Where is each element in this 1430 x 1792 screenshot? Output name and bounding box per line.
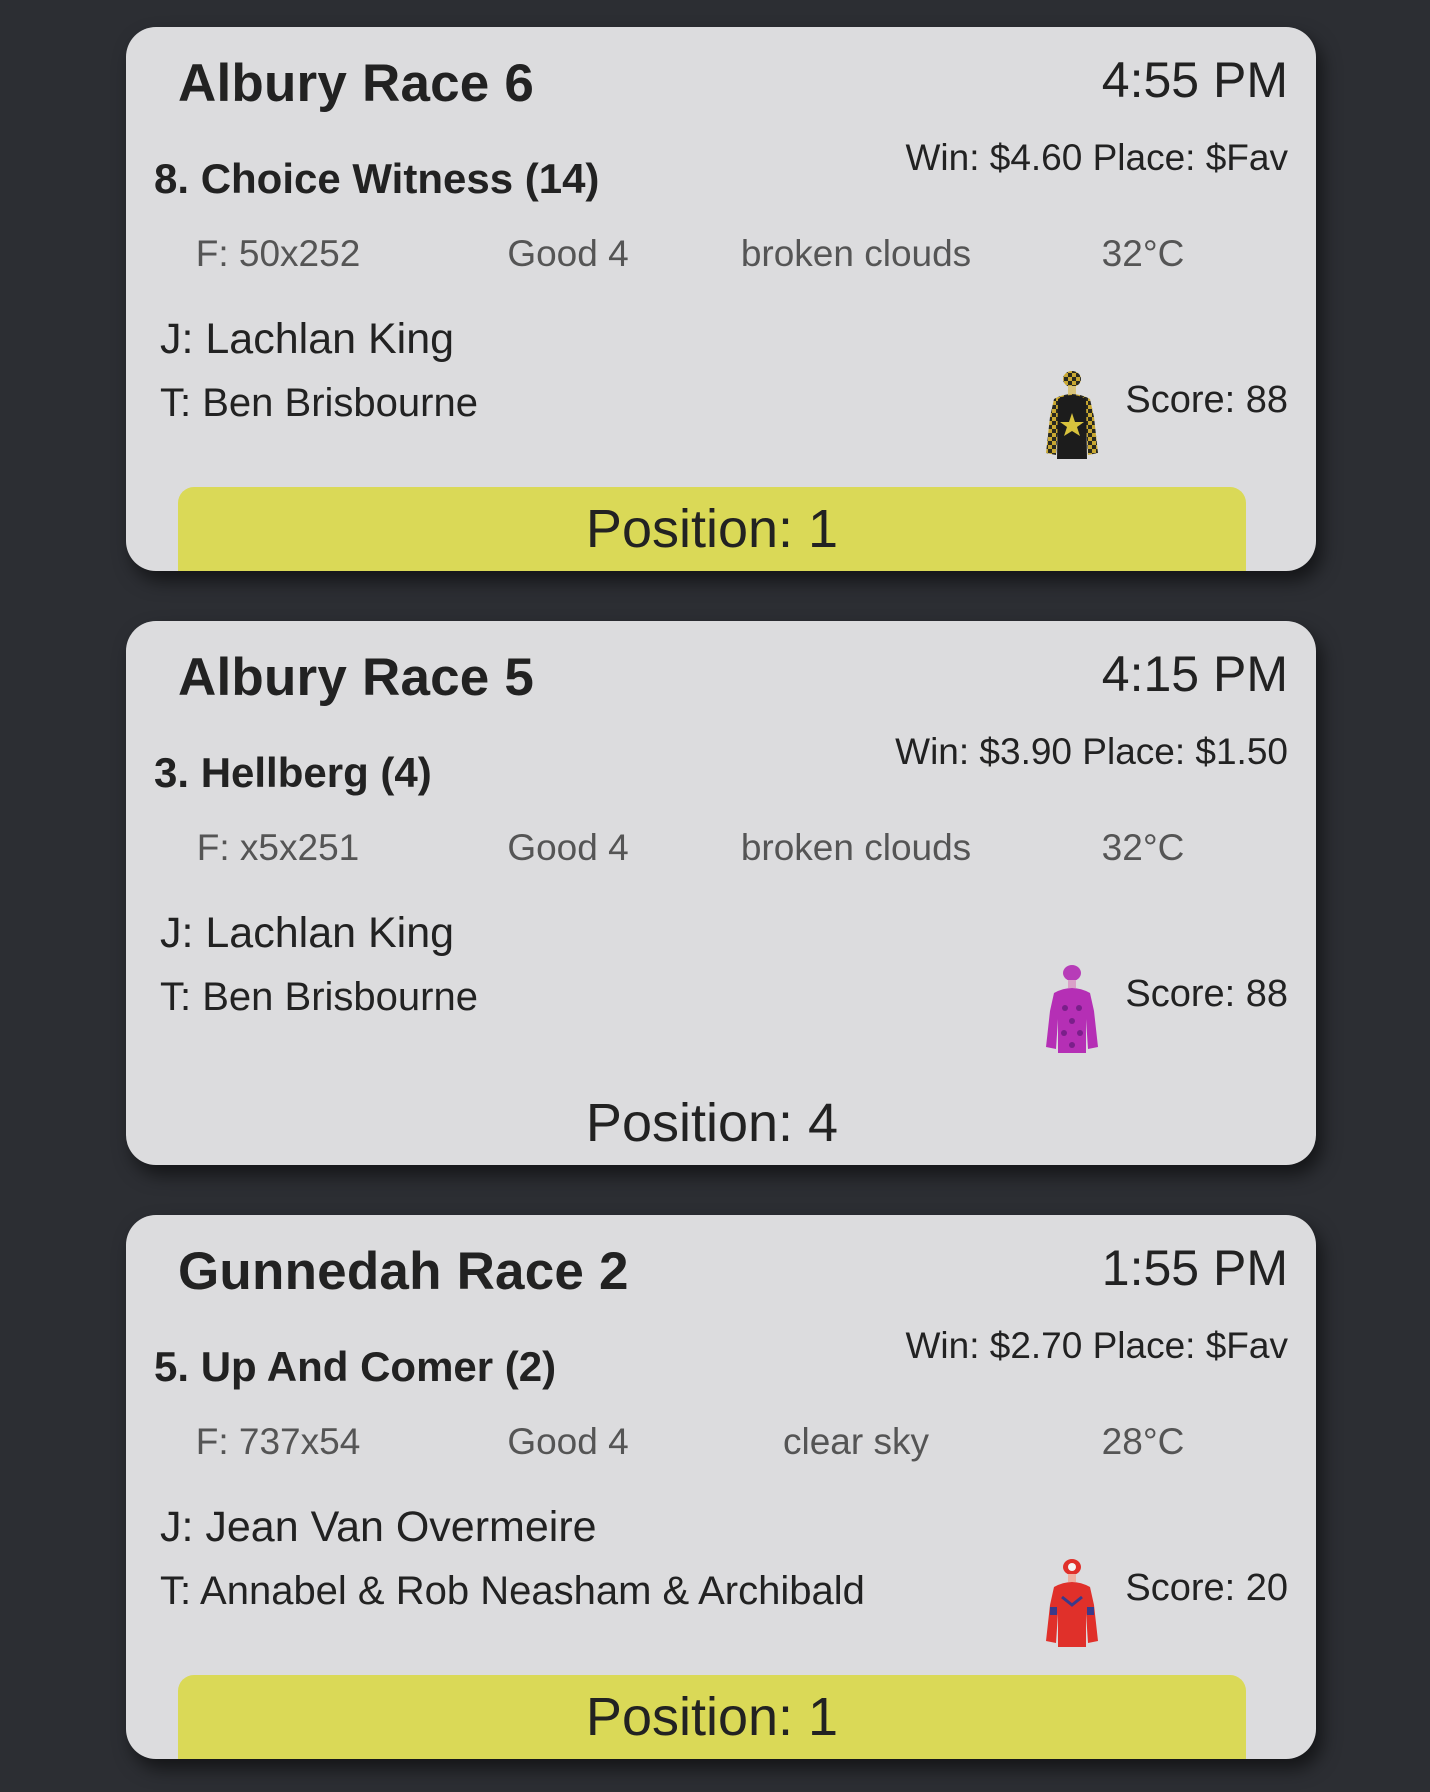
trainer: T: Ben Brisbourne xyxy=(160,381,478,425)
score: Score: 20 xyxy=(1125,1567,1288,1609)
runner-name: 8. Choice Witness (14) xyxy=(154,155,600,202)
jockey-silks-red-icon xyxy=(1046,1559,1098,1647)
position-banner: Position: 1 xyxy=(178,487,1246,571)
form: F: x5x251 xyxy=(196,827,360,868)
temperature: 28°C xyxy=(1101,1421,1185,1462)
race-card[interactable]: Gunnedah Race 2 1:55 PM 5. Up And Comer … xyxy=(126,1215,1316,1759)
jockey: J: Jean Van Overmeire xyxy=(160,1503,597,1551)
race-title: Albury Race 5 xyxy=(178,648,535,707)
form: F: 737x54 xyxy=(195,1421,361,1462)
track-condition: Good 4 xyxy=(507,233,629,274)
weather: clear sky xyxy=(783,1421,929,1462)
odds: Win: $2.70 Place: $Fav xyxy=(905,1325,1288,1366)
score: Score: 88 xyxy=(1125,973,1288,1015)
race-time: 1:55 PM xyxy=(1101,1240,1288,1296)
weather: broken clouds xyxy=(740,827,972,868)
weather: broken clouds xyxy=(740,233,972,274)
runner-name: 3. Hellberg (4) xyxy=(154,749,432,796)
race-card[interactable]: Albury Race 6 4:55 PM 8. Choice Witness … xyxy=(126,27,1316,571)
race-title: Albury Race 6 xyxy=(178,54,535,113)
odds: Win: $4.60 Place: $Fav xyxy=(905,137,1288,178)
track-condition: Good 4 xyxy=(507,1421,629,1462)
position-banner: Position: 1 xyxy=(178,1675,1246,1759)
race-card[interactable]: Albury Race 5 4:15 PM 3. Hellberg (4) Wi… xyxy=(126,621,1316,1165)
temperature: 32°C xyxy=(1101,233,1185,274)
position-banner: Position: 4 xyxy=(585,1093,839,1153)
temperature: 32°C xyxy=(1101,827,1185,868)
jockey: J: Lachlan King xyxy=(160,315,455,363)
trainer: T: Annabel & Rob Neasham & Archibald xyxy=(160,1569,865,1613)
jockey-silks-purple-icon xyxy=(1046,965,1098,1053)
jockey-silks-black-gold-star-icon xyxy=(1046,371,1098,459)
jockey: J: Lachlan King xyxy=(160,909,455,957)
odds: Win: $3.90 Place: $1.50 xyxy=(895,731,1288,772)
trainer: T: Ben Brisbourne xyxy=(160,975,478,1019)
runner-name: 5. Up And Comer (2) xyxy=(154,1343,557,1390)
race-title: Gunnedah Race 2 xyxy=(178,1242,629,1301)
score: Score: 88 xyxy=(1125,379,1288,421)
race-time: 4:15 PM xyxy=(1101,646,1288,702)
form: F: 50x252 xyxy=(195,233,361,274)
race-time: 4:55 PM xyxy=(1101,52,1288,108)
track-condition: Good 4 xyxy=(507,827,629,868)
